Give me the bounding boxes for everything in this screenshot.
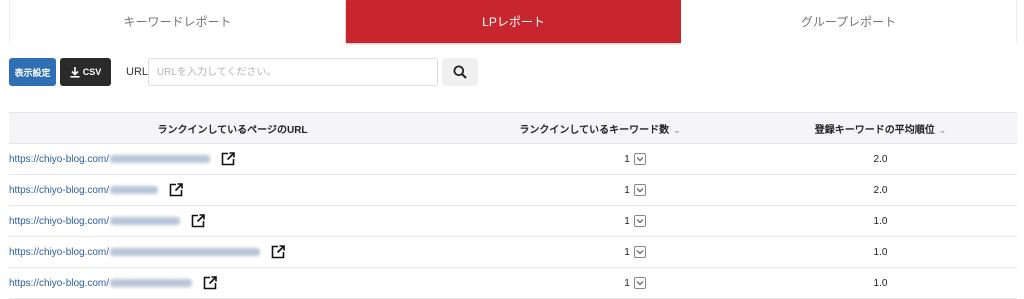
blurred-slug (110, 217, 181, 225)
url-cell: https://chiyo-blog.com/ (9, 236, 456, 268)
average-rank-cell: 2.0 (744, 174, 1017, 206)
toolbar: 表示設定 CSV URL (9, 58, 1017, 87)
tab-lp-report[interactable]: LPレポート (346, 0, 681, 43)
csv-download-button[interactable]: CSV (60, 58, 111, 86)
table-row: https://chiyo-blog.com/ 1 1.0 (9, 267, 1017, 299)
chevron-down-icon[interactable]: ⌄ (673, 125, 681, 135)
blurred-slug (110, 279, 193, 287)
keyword-count: 1 (624, 277, 630, 289)
keyword-count-cell: 1 (456, 174, 744, 206)
search-icon (453, 65, 467, 79)
external-link-icon[interactable] (203, 276, 217, 290)
keyword-count: 1 (624, 153, 630, 165)
url-cell: https://chiyo-blog.com/ (9, 174, 456, 206)
blurred-slug (110, 155, 211, 163)
expand-keywords-toggle[interactable] (633, 215, 646, 227)
keyword-count: 1 (624, 215, 630, 227)
column-header-keyword-count[interactable]: ランクインしているキーワード数 ⌄ (456, 112, 744, 144)
chevron-down-icon (636, 250, 644, 255)
lp-report-table: ランクインしているページのURL ランクインしているキーワード数 ⌄ 登録キーワー… (9, 112, 1017, 299)
blurred-slug (110, 186, 159, 194)
chevron-down-icon (636, 281, 644, 286)
url-cell: https://chiyo-blog.com/ (9, 205, 456, 237)
external-link-icon[interactable] (221, 152, 235, 166)
average-rank-cell: 1.0 (744, 236, 1017, 268)
table-row: https://chiyo-blog.com/ 1 1.0 (9, 236, 1017, 268)
table-row: https://chiyo-blog.com/ 1 2.0 (9, 174, 1017, 206)
report-tabs: キーワードレポート LPレポート グループレポート (9, 0, 1017, 43)
external-link-icon[interactable] (169, 183, 183, 197)
page-url-link[interactable]: https://chiyo-blog.com/ (9, 154, 211, 165)
url-cell: https://chiyo-blog.com/ (9, 143, 456, 175)
chevron-down-icon (636, 157, 644, 162)
table-row: https://chiyo-blog.com/ 1 2.0 (9, 143, 1017, 175)
average-rank-cell: 2.0 (744, 143, 1017, 175)
column-header-average-rank[interactable]: 登録キーワードの平均順位 ⌄ (744, 112, 1017, 144)
page-url-link[interactable]: https://chiyo-blog.com/ (9, 185, 159, 196)
expand-keywords-toggle[interactable] (633, 246, 646, 258)
keyword-count-cell: 1 (456, 143, 744, 175)
blurred-slug (110, 248, 261, 256)
average-rank-cell: 1.0 (744, 267, 1017, 299)
chevron-down-icon (636, 188, 644, 193)
page-url-link[interactable]: https://chiyo-blog.com/ (9, 278, 193, 289)
chevron-down-icon (636, 219, 644, 224)
table-row: https://chiyo-blog.com/ 1 1.0 (9, 205, 1017, 237)
expand-keywords-toggle[interactable] (633, 153, 646, 165)
display-settings-label: 表示設定 (14, 67, 51, 78)
expand-keywords-toggle[interactable] (633, 277, 646, 289)
page-url-link[interactable]: https://chiyo-blog.com/ (9, 216, 181, 227)
page-url-link[interactable]: https://chiyo-blog.com/ (9, 247, 261, 258)
external-link-icon[interactable] (271, 245, 285, 259)
display-settings-button[interactable]: 表示設定 (9, 58, 56, 86)
column-header-url: ランクインしているページのURL (9, 112, 456, 144)
keyword-count-cell: 1 (456, 236, 744, 268)
csv-label: CSV (82, 67, 102, 77)
keyword-count-cell: 1 (456, 267, 744, 299)
table-header-row: ランクインしているページのURL ランクインしているキーワード数 ⌄ 登録キーワー… (9, 112, 1017, 144)
external-link-icon[interactable] (191, 214, 205, 228)
keyword-count-cell: 1 (456, 205, 744, 237)
expand-keywords-toggle[interactable] (633, 184, 646, 196)
chevron-down-icon[interactable]: ⌄ (939, 125, 947, 135)
tab-keyword-report[interactable]: キーワードレポート (9, 0, 346, 43)
url-cell: https://chiyo-blog.com/ (9, 267, 456, 299)
keyword-count: 1 (624, 246, 630, 258)
average-rank-cell: 1.0 (744, 205, 1017, 237)
keyword-count: 1 (624, 184, 630, 196)
download-icon (70, 66, 80, 78)
tab-group-report[interactable]: グループレポート (681, 0, 1017, 43)
search-button[interactable] (442, 58, 478, 86)
url-search-input[interactable] (148, 58, 438, 86)
url-label: URL (126, 66, 149, 78)
